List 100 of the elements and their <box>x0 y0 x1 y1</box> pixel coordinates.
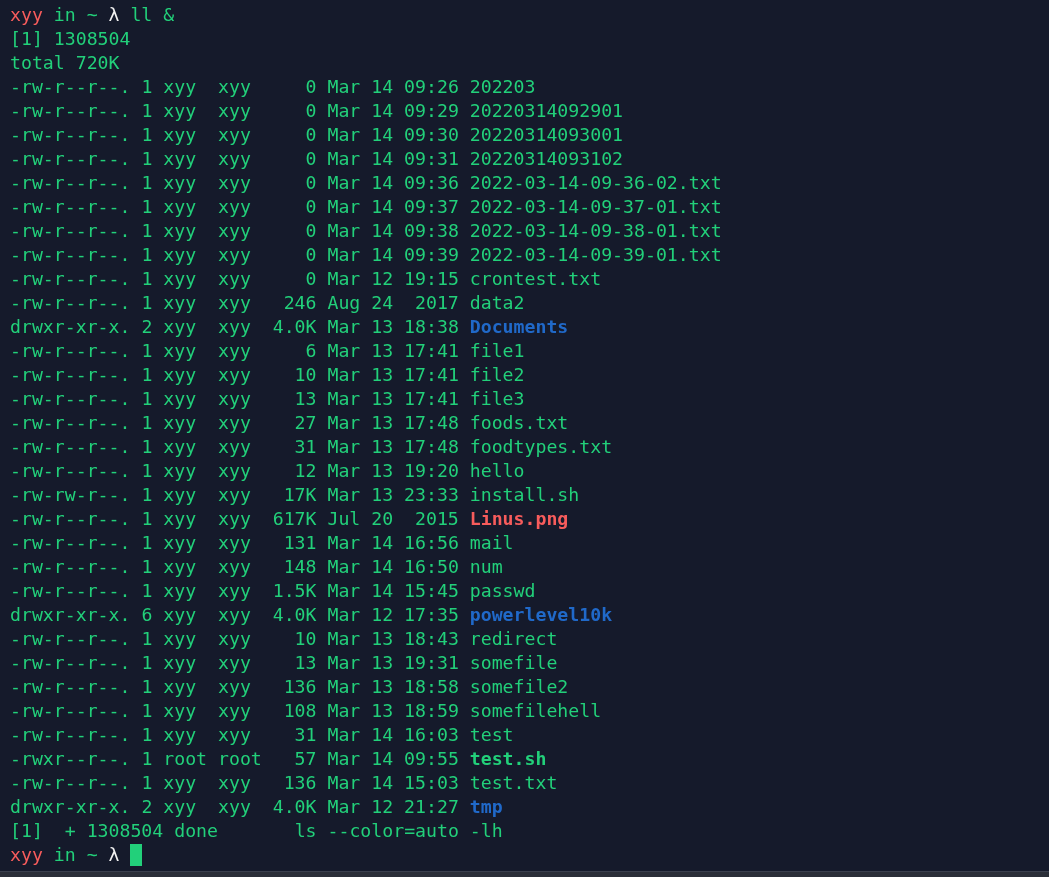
modified-time: 16:50 <box>404 555 459 579</box>
job-status: done <box>174 819 219 843</box>
owner-name: xyy <box>163 675 198 699</box>
modified-time: 09:39 <box>404 243 459 267</box>
permissions-text: -rw-r--r--. <box>10 651 131 675</box>
modified-time: 09:55 <box>404 747 459 771</box>
permissions-text: -rw-r--r--. <box>10 507 131 531</box>
file-name: test <box>469 723 514 747</box>
file-size: 131 <box>282 531 317 555</box>
permissions-text: -rw-r--r--. <box>10 435 131 459</box>
modified-date: Mar 14 <box>327 99 394 123</box>
file-size: 31 <box>293 723 317 747</box>
modified-time: 2017 <box>414 291 459 315</box>
prompt-directory: ~ <box>86 3 98 27</box>
group-name: xyy <box>218 291 252 315</box>
group-name: xyy <box>218 243 252 267</box>
file-name: somefile2 <box>469 675 569 699</box>
group-name: xyy <box>218 459 252 483</box>
permissions-text: -rw-r--r--. <box>10 411 131 435</box>
file-name: file2 <box>469 363 525 387</box>
link-count: 1 <box>141 171 153 195</box>
prompt-symbol: λ <box>108 3 120 27</box>
link-count: 1 <box>141 363 153 387</box>
modified-date: Mar 13 <box>327 675 394 699</box>
file-name: foodtypes.txt <box>469 435 613 459</box>
owner-name: xyy <box>163 795 198 819</box>
link-count: 1 <box>141 555 153 579</box>
file-size: 136 <box>282 771 317 795</box>
owner-name: xyy <box>163 459 198 483</box>
file-name: 2022-03-14-09-37-01.txt <box>469 195 722 219</box>
group-name: xyy <box>218 267 252 291</box>
output-text: total 720K <box>10 51 120 75</box>
link-count: 2 <box>141 795 153 819</box>
owner-name: xyy <box>163 531 198 555</box>
link-count: 1 <box>141 651 153 675</box>
link-count: 1 <box>141 75 153 99</box>
owner-name: xyy <box>163 291 198 315</box>
file-name: Documents <box>469 315 569 339</box>
link-count: 1 <box>141 747 153 771</box>
modified-date: Mar 14 <box>327 531 394 555</box>
owner-name: xyy <box>163 243 198 267</box>
file-size: 0 <box>304 75 317 99</box>
group-name: xyy <box>218 435 252 459</box>
modified-date: Aug 24 <box>327 291 394 315</box>
link-count: 1 <box>141 291 153 315</box>
permissions-text: -rw-r--r--. <box>10 147 131 171</box>
file-name: file1 <box>469 339 525 363</box>
file-size: 0 <box>304 195 317 219</box>
file-name: somefile <box>469 651 558 675</box>
process-id: 1308504 <box>86 819 164 843</box>
link-count: 1 <box>141 771 153 795</box>
link-count: 1 <box>141 435 153 459</box>
file-name: crontest.txt <box>469 267 602 291</box>
permissions-text: -rw-r--r--. <box>10 771 131 795</box>
file-size: 0 <box>304 171 317 195</box>
modified-time: 17:48 <box>404 435 459 459</box>
modified-date: Mar 14 <box>327 243 394 267</box>
file-size: 10 <box>293 627 317 651</box>
file-name: 20220314092901 <box>469 99 624 123</box>
owner-name: xyy <box>163 339 198 363</box>
owner-name: xyy <box>163 315 198 339</box>
prompt-text: in <box>53 843 76 867</box>
group-name: xyy <box>218 579 252 603</box>
modified-time: 23:33 <box>404 483 459 507</box>
file-size: 617K <box>272 507 317 531</box>
link-count: 1 <box>141 531 153 555</box>
command-text: ll & <box>130 3 175 27</box>
command-text: ls --color=auto -lh <box>294 819 503 843</box>
modified-date: Jul 20 <box>327 507 394 531</box>
permissions-text: -rw-r--r--. <box>10 531 131 555</box>
modified-time: 09:38 <box>404 219 459 243</box>
owner-name: xyy <box>163 603 198 627</box>
owner-name: xyy <box>163 75 198 99</box>
modified-time: 09:36 <box>404 171 459 195</box>
prompt-user: xyy <box>10 3 43 27</box>
modified-date: Mar 13 <box>327 699 394 723</box>
modified-date: Mar 13 <box>327 315 394 339</box>
owner-name: xyy <box>163 195 198 219</box>
file-name: 20220314093102 <box>469 147 624 171</box>
permissions-text: -rw-r--r--. <box>10 363 131 387</box>
link-count: 1 <box>141 267 153 291</box>
file-name: num <box>469 555 503 579</box>
group-name: xyy <box>218 219 252 243</box>
modified-date: Mar 13 <box>327 363 394 387</box>
file-name: 2022-03-14-09-39-01.txt <box>469 243 722 267</box>
permissions-text: -rw-r--r--. <box>10 195 131 219</box>
owner-name: xyy <box>163 627 198 651</box>
group-name: xyy <box>218 795 252 819</box>
group-name: xyy <box>218 363 252 387</box>
group-name: xyy <box>218 723 252 747</box>
file-name: foods.txt <box>469 411 569 435</box>
file-name: somefilehell <box>469 699 602 723</box>
prompt-directory: ~ <box>86 843 98 867</box>
group-name: xyy <box>218 195 252 219</box>
link-count: 1 <box>141 99 153 123</box>
modified-time: 18:38 <box>404 315 459 339</box>
permissions-text: -rw-r--r--. <box>10 171 131 195</box>
modified-time: 17:41 <box>404 363 459 387</box>
modified-date: Mar 14 <box>327 147 394 171</box>
file-size: 31 <box>293 435 317 459</box>
